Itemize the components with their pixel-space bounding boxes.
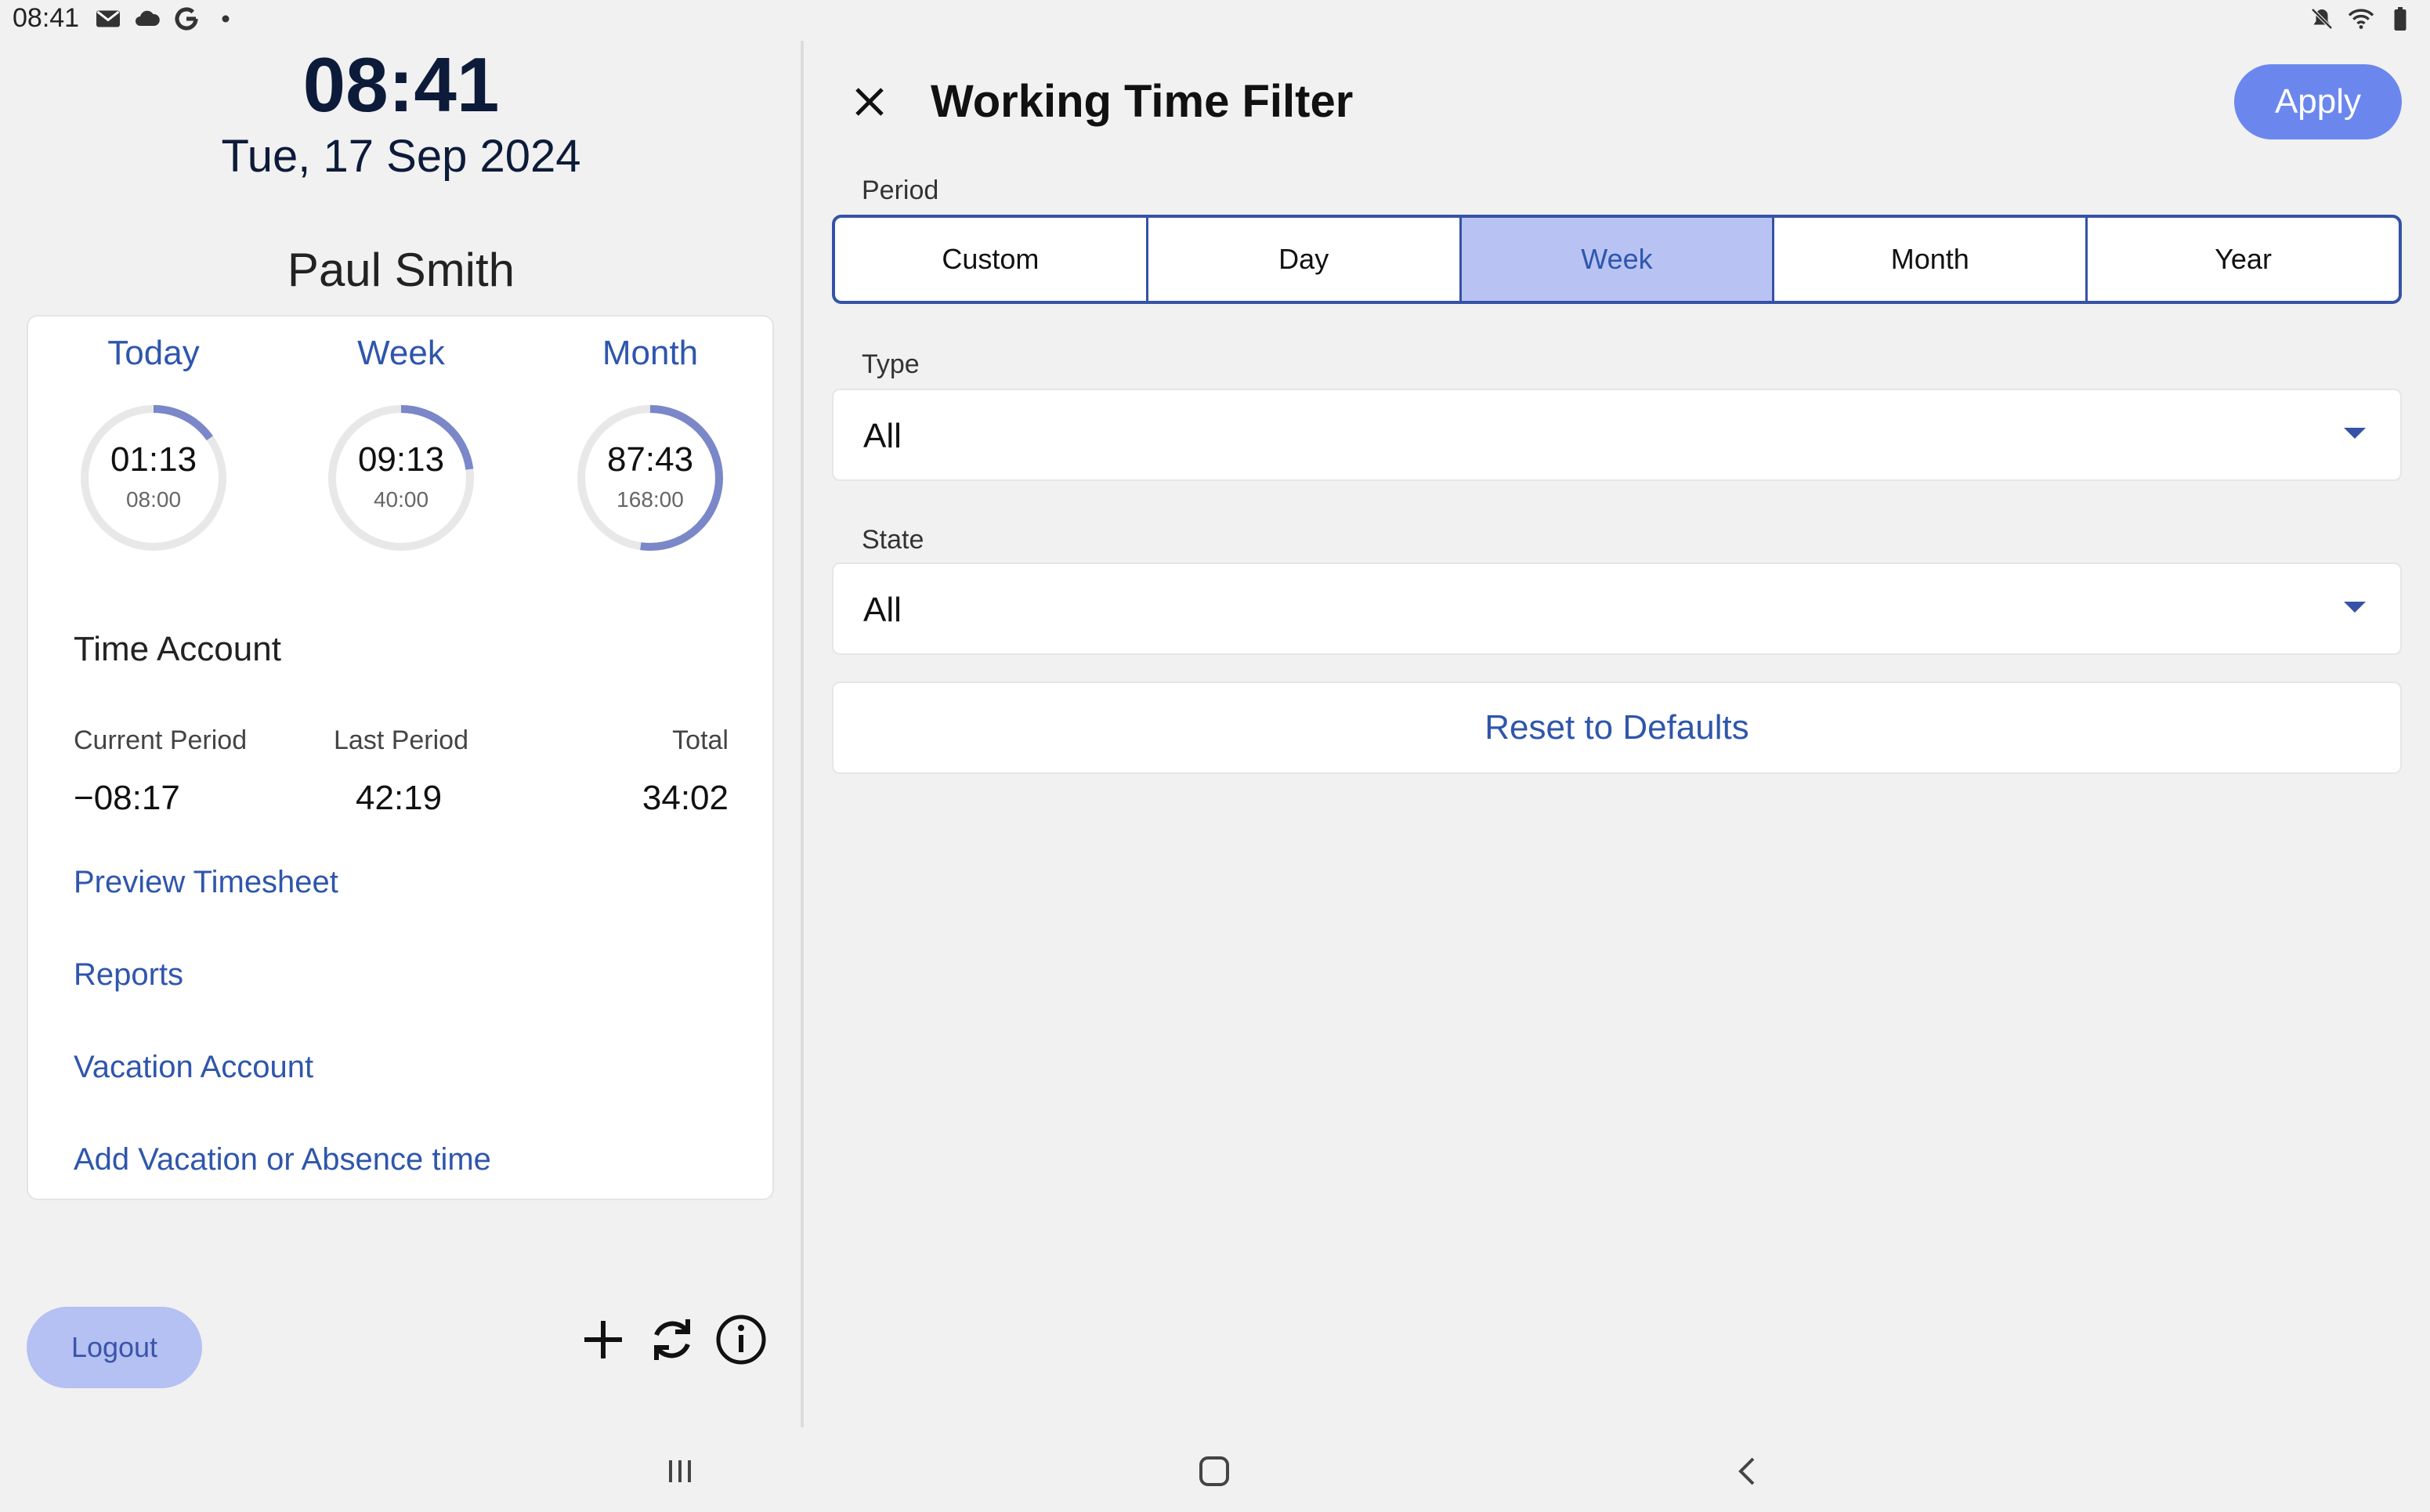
google-icon — [175, 7, 198, 31]
reports-link[interactable]: Reports — [74, 957, 183, 993]
current-period-value: −08:17 — [74, 779, 180, 817]
period-option-week[interactable]: Week — [1461, 218, 1775, 301]
gauge-ring: 09:13 40:00 — [323, 400, 479, 556]
back-icon[interactable] — [1731, 1454, 1766, 1488]
period-option-custom[interactable]: Custom — [835, 218, 1148, 301]
last-period-value: 42:19 — [356, 779, 443, 817]
battery-icon — [2394, 7, 2406, 31]
period-option-day[interactable]: Day — [1148, 218, 1462, 301]
close-icon[interactable] — [846, 78, 893, 125]
state-dropdown[interactable]: All — [832, 562, 2402, 655]
gauge-label: Month — [602, 334, 699, 372]
gauge-value: 87:43 — [606, 440, 694, 479]
current-clock: 08:41 — [302, 42, 500, 128]
gauge-goal: 168:00 — [617, 487, 684, 512]
add-icon[interactable] — [572, 1308, 635, 1371]
gauge-month: Month 87:43 168:00 — [556, 334, 744, 556]
sync-icon[interactable] — [641, 1308, 703, 1371]
state-dropdown-value: All — [863, 591, 902, 629]
gauge-week: Week 09:13 40:00 — [307, 334, 495, 556]
current-date: Tue, 17 Sep 2024 — [221, 131, 581, 182]
type-label: Type — [862, 349, 920, 379]
state-label: State — [862, 525, 924, 555]
add-vacation-link[interactable]: Add Vacation or Absence time — [74, 1142, 491, 1177]
chevron-down-icon — [2344, 428, 2366, 439]
gauge-today: Today 01:13 08:00 — [60, 334, 248, 556]
recent-apps-icon[interactable] — [663, 1454, 697, 1488]
preview-timesheet-link[interactable]: Preview Timesheet — [74, 865, 338, 900]
mail-icon — [96, 10, 120, 27]
home-icon[interactable] — [1197, 1454, 1231, 1488]
period-option-year[interactable]: Year — [2088, 218, 2399, 301]
summary-card: Today 01:13 08:00 Week 09:13 40:00 Month — [27, 315, 774, 1200]
dot-icon — [222, 15, 230, 23]
total-label: Total — [672, 725, 729, 755]
last-period-label: Last Period — [334, 725, 468, 755]
mute-icon — [2311, 8, 2333, 30]
info-icon[interactable] — [710, 1308, 772, 1371]
status-time: 08:41 — [13, 3, 80, 33]
gauge-goal: 40:00 — [373, 487, 429, 512]
apply-button[interactable]: Apply — [2234, 64, 2402, 139]
filter-title: Working Time Filter — [931, 76, 1354, 127]
reset-defaults-button[interactable]: Reset to Defaults — [832, 682, 2402, 774]
period-segmented-control: Custom Day Week Month Year — [832, 215, 2402, 304]
gauge-ring: 01:13 08:00 — [75, 400, 232, 556]
gauge-label: Week — [357, 334, 445, 372]
gauge-value: 09:13 — [357, 440, 445, 479]
current-period-label: Current Period — [74, 725, 248, 755]
gauge-ring: 87:43 168:00 — [572, 400, 729, 556]
total-value: 34:02 — [642, 779, 729, 817]
vacation-account-link[interactable]: Vacation Account — [74, 1050, 313, 1085]
gauge-value: 01:13 — [110, 440, 197, 479]
type-dropdown[interactable]: All — [832, 389, 2402, 481]
cloud-icon — [136, 10, 160, 26]
wifi-icon — [2348, 9, 2374, 29]
time-account-title: Time Account — [74, 630, 281, 668]
gauge-label: Today — [107, 334, 200, 372]
period-option-month[interactable]: Month — [1774, 218, 2088, 301]
period-label: Period — [862, 175, 939, 205]
status-bar: 08:41 — [0, 0, 2430, 38]
gauge-goal: 08:00 — [125, 487, 182, 512]
logout-button[interactable]: Logout — [27, 1307, 202, 1388]
chevron-down-icon — [2344, 602, 2366, 613]
user-name: Paul Smith — [287, 244, 515, 296]
type-dropdown-value: All — [863, 417, 902, 455]
